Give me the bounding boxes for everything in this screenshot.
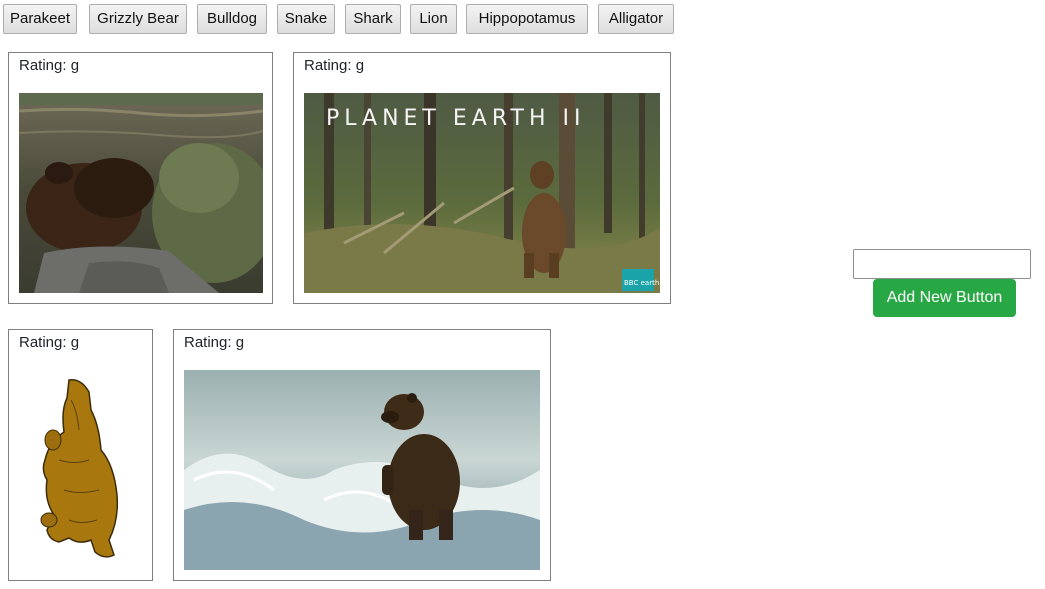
- gif-card: Rating: g PLANET EARTH II BBC earth: [293, 52, 671, 304]
- animal-button-snake[interactable]: Snake: [277, 4, 335, 34]
- bear-in-river-gif[interactable]: [184, 370, 540, 570]
- animal-button-shark[interactable]: Shark: [345, 4, 401, 34]
- gif-rating: Rating: g: [304, 57, 365, 74]
- gif-card: Rating: g: [8, 329, 153, 581]
- animal-button-parakeet[interactable]: Parakeet: [3, 4, 77, 34]
- animal-button-grizzly-bear[interactable]: Grizzly Bear: [89, 4, 187, 34]
- bbc-earth-badge: BBC earth: [624, 279, 659, 287]
- add-new-button[interactable]: Add New Button: [873, 279, 1016, 317]
- gif-card: Rating: g: [8, 52, 273, 304]
- planet-earth-title: PLANET EARTH II: [326, 106, 585, 131]
- gif-rating: Rating: g: [19, 334, 80, 351]
- planet-earth-bear-tree-gif[interactable]: PLANET EARTH II BBC earth: [304, 93, 660, 293]
- animal-button-lion[interactable]: Lion: [410, 4, 457, 34]
- animal-button-bulldog[interactable]: Bulldog: [197, 4, 267, 34]
- new-button-text-input[interactable]: [853, 249, 1031, 279]
- animal-button-alligator[interactable]: Alligator: [598, 4, 674, 34]
- cartoon-dancing-bear-gif[interactable]: [19, 370, 143, 570]
- animal-button-hippopotamus[interactable]: Hippopotamus: [466, 4, 588, 34]
- gif-rating: Rating: g: [19, 57, 80, 74]
- gif-rating: Rating: g: [184, 334, 245, 351]
- gif-card: Rating: g: [173, 329, 551, 581]
- bear-behind-person-gif[interactable]: [19, 93, 263, 293]
